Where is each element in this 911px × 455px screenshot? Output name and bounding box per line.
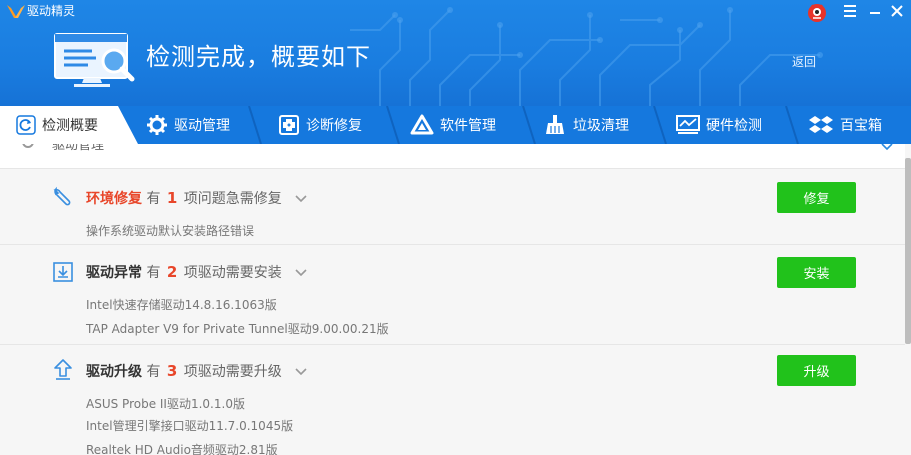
section-title: 驱动异常 有 2 项驱动需要安装 [86,262,308,283]
tab-separator [785,106,799,144]
install-button[interactable]: 安装 [777,257,856,288]
tab-label: 硬件检测 [706,118,762,134]
section-title: 环境修复 有 1 项问题急需修复 [86,188,308,209]
section-name: 驱动异常 [86,265,142,281]
upgrade-button[interactable]: 升级 [777,355,856,386]
refresh-icon [16,115,36,135]
tab-label: 检测概要 [42,118,98,134]
section-driver-upgrade: 驱动升级 有 3 项驱动需要升级 升级 ASUS Probe II驱动1.0.1… [0,344,905,455]
app-title: 驱动精灵 [27,4,76,18]
wrench-icon [53,186,71,206]
chevron-down-icon[interactable] [880,144,894,153]
section-name: 驱动升级 [86,364,142,380]
section-title: 驱动升级 有 3 项驱动需要升级 [86,361,308,382]
list-item: 操作系统驱动默认安装路径错误 [86,224,255,238]
list-item: TAP Adapter V9 for Private Tunnel驱动9.00.… [86,322,389,336]
page-title: 检测完成，概要如下 [146,43,371,71]
list-item: Realtek HD Audio音频驱动2.81版 [86,443,278,455]
tab-separator [653,106,667,144]
triangle-logo-icon [410,114,434,135]
close-icon[interactable] [888,2,906,20]
section-summary: 项驱动需要安装 [183,265,282,281]
tab-separator [248,106,262,144]
repair-button[interactable]: 修复 [777,182,856,213]
broom-icon [546,115,564,134]
medical-cross-icon [279,115,299,135]
section-prefix: 有 [146,191,161,207]
section-environment-repair: 环境修复 有 1 项问题急需修复 修复 操作系统驱动默认安装路径错误 [0,168,905,244]
minimize-icon[interactable] [866,2,884,20]
tab-diagnose-repair[interactable]: 诊断修复 [278,106,362,144]
chevron-down-icon[interactable] [294,194,308,204]
partial-section-label: 驱动管理 [52,144,105,153]
section-summary: 项问题急需修复 [183,191,282,207]
list-item: Intel快速存储驱动14.8.16.1063版 [86,298,277,312]
back-link[interactable]: 返回 [792,54,816,70]
tab-toolbox[interactable]: 百宝箱 [808,106,882,144]
section-prefix: 有 [146,364,161,380]
section-summary: 项驱动需要升级 [183,364,282,380]
tab-label: 诊断修复 [306,118,362,134]
tab-overview[interactable]: 检测概要 [16,106,98,144]
tab-driver-management[interactable]: 驱动管理 [146,106,230,144]
box-icon [809,116,833,133]
issue-count: 3 [166,362,178,380]
tab-junk-cleanup[interactable]: 垃圾清理 [543,106,629,144]
tab-label: 百宝箱 [840,118,882,134]
tab-label: 驱动管理 [174,118,230,134]
overview-content: 驱动管理 环境修复 有 1 项问题急需修复 修复 操作系统驱动默认安装路径错误 … [0,144,911,455]
monitor-scan-icon [54,33,135,87]
tab-separator [522,106,536,144]
section-driver-abnormal: 驱动异常 有 2 项驱动需要安装 安装 Intel快速存储驱动14.8.16.1… [0,244,905,344]
upload-arrow-icon [54,359,72,380]
issue-count: 2 [166,263,178,281]
partial-section-header: 驱动管理 [0,144,905,168]
section-name: 环境修复 [86,191,142,207]
tab-software-management[interactable]: 软件管理 [410,106,496,144]
list-item: ASUS Probe II驱动1.0.1.0版 [86,397,245,411]
install-icon [53,262,73,282]
chevron-down-icon[interactable] [294,268,308,278]
scrollbar-thumb[interactable] [905,158,911,344]
chevron-down-icon[interactable] [294,367,308,377]
header: 驱动精灵 检测完成，概要如下 返回 [0,0,911,106]
tab-separator [386,106,400,144]
tab-label: 垃圾清理 [573,118,629,134]
app-logo-icon [7,5,25,18]
monitor-chart-icon [676,115,700,134]
gear-icon [147,115,167,135]
menu-icon[interactable] [840,2,860,20]
gear-icon [22,144,34,148]
section-prefix: 有 [146,265,161,281]
list-item: Intel管理引擎接口驱动11.7.0.1045版 [86,419,294,433]
mascot-icon[interactable] [806,1,828,23]
tab-label: 软件管理 [440,118,496,134]
tab-hardware-detect[interactable]: 硬件检测 [676,106,762,144]
issue-count: 1 [166,189,178,207]
